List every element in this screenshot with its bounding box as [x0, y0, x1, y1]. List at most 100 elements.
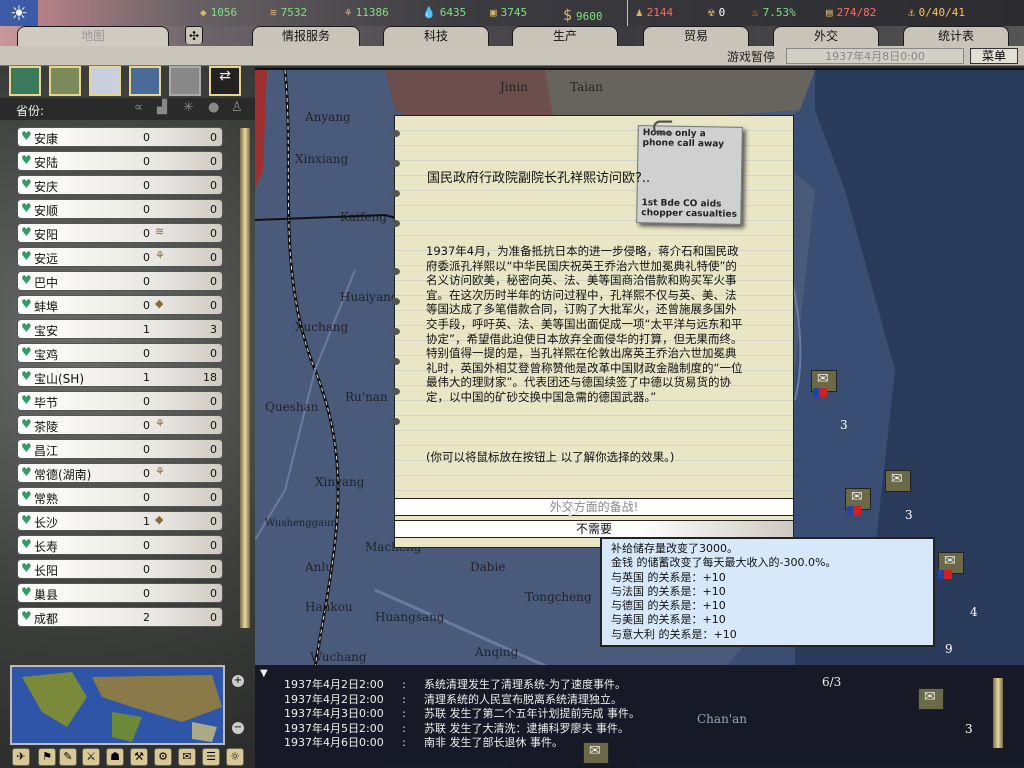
province-row[interactable]: ♥ 昌江 0 0 — [17, 439, 223, 459]
manpower-icon[interactable]: ♙ — [231, 100, 243, 115]
military-unit[interactable] — [918, 688, 944, 710]
toolbar-icon-2[interactable]: ⚑ — [38, 748, 56, 766]
province-name: 安康 — [34, 132, 59, 146]
log-collapse-icon[interactable]: ▼ — [260, 668, 268, 679]
tab-technology[interactable]: 科技 — [383, 26, 489, 46]
game-date: 1937年4月8日0:00 — [786, 48, 964, 64]
military-unit[interactable] — [583, 742, 609, 764]
province-value-b: 0 — [210, 539, 217, 552]
province-value-b: 0 — [210, 203, 217, 216]
province-name: 安庆 — [34, 180, 59, 194]
tab-statistics[interactable]: 统计表 — [903, 26, 1009, 46]
province-scrollbar[interactable] — [240, 128, 250, 628]
province-icon: ♥ — [21, 417, 32, 431]
province-row[interactable]: ♥ 茶陵 0 ⚘ 0 — [17, 415, 223, 435]
military-unit[interactable] — [885, 470, 911, 492]
province-row[interactable]: ♥ 巴中 0 0 — [17, 271, 223, 291]
log-text: 系统清理发生了清理系统-为了速度事件。 — [424, 678, 626, 691]
unit-list-mode-icon[interactable]: ⇄ — [209, 66, 241, 96]
china-flag-icon — [847, 506, 861, 515]
toolbar-icon-9[interactable]: ☰ — [202, 748, 220, 766]
province-value-b: 0 — [210, 491, 217, 504]
province-row[interactable]: ♥ 安庆 0 0 — [17, 175, 223, 195]
tab-intelligence[interactable]: 情报服务 — [252, 26, 360, 46]
zoom-in-button[interactable]: + — [231, 674, 245, 688]
province-row[interactable]: ♥ 宝鸡 0 0 — [17, 343, 223, 363]
toolbar-icon-4[interactable]: ⚔ — [82, 748, 100, 766]
province-value-a: 0 — [143, 347, 150, 360]
province-row[interactable]: ♥ 宝山(SH) 1 18 — [17, 367, 223, 387]
unit-count: 3 — [840, 418, 848, 432]
province-row[interactable]: ♥ 毕节 0 0 — [17, 391, 223, 411]
army-mode-icon[interactable] — [49, 66, 81, 96]
toolbar-icon-1[interactable]: ✈ — [12, 748, 30, 766]
factory-icon[interactable]: ▟ — [157, 100, 167, 115]
event-option-prepare-diplomacy[interactable]: 外交方面的备战! — [394, 498, 794, 516]
province-row[interactable]: ♥ 安阳 0 ≋ 0 — [17, 223, 223, 243]
province-name: 常德(湖南) — [34, 468, 92, 482]
tab-trade[interactable]: 贸易 — [643, 26, 749, 46]
province-row[interactable]: ♥ 宝安 1 3 — [17, 319, 223, 339]
province-row[interactable]: ♥ 长寿 0 0 — [17, 535, 223, 555]
province-row[interactable]: ♥ 安康 0 0 — [17, 127, 223, 147]
province-value-b: 3 — [210, 323, 217, 336]
nation-flag-icon[interactable]: ☀ — [0, 0, 38, 26]
mouse-cursor-icon: ➤ — [566, 502, 580, 521]
toolbar-icon-8[interactable]: ✉ — [178, 748, 196, 766]
log-scrollbar[interactable] — [993, 678, 1003, 748]
event-option-decline[interactable]: 不需要 — [394, 520, 794, 538]
binder-ring-icon — [391, 130, 400, 137]
toolbar-icon-5[interactable]: ☗ — [106, 748, 124, 766]
province-value-b: 0 — [210, 443, 217, 456]
province-value-a: 1 — [143, 515, 150, 528]
tab-production[interactable]: 生产 — [512, 26, 618, 46]
tab-map[interactable]: 地图 — [17, 26, 169, 46]
toolbar-icon-10[interactable]: ☼ — [226, 748, 244, 766]
toolbar-icon-7[interactable]: ⚙ — [154, 748, 172, 766]
province-icon: ♥ — [21, 129, 32, 143]
oil-resource: 💧 6435 — [422, 6, 467, 19]
political-map-mode-icon[interactable] — [9, 66, 41, 96]
map-city-label: Huaiyang — [340, 290, 399, 304]
air-mode-icon[interactable] — [89, 66, 121, 96]
nuke-mode-icon[interactable] — [169, 66, 201, 96]
anti-air-icon[interactable]: ✳ — [183, 100, 194, 115]
province-row[interactable]: ♥ 长沙 1 ◆ 0 — [17, 511, 223, 531]
province-row[interactable]: ♥ 安远 0 ⚘ 0 — [17, 247, 223, 267]
add-icon[interactable]: ✣ — [185, 26, 203, 44]
province-name: 宝鸡 — [34, 348, 59, 362]
toolbar-icon-3[interactable]: ✎ — [59, 748, 77, 766]
minimap[interactable] — [10, 665, 225, 745]
zoom-out-button[interactable]: − — [231, 721, 245, 735]
tab-diplomacy[interactable]: 外交 — [773, 26, 879, 46]
energy-resource: ◆ 1056 — [200, 6, 238, 19]
province-value-b: 0 — [210, 275, 217, 288]
province-value-a: 0 — [143, 443, 150, 456]
province-row[interactable]: ♥ 常熟 0 0 — [17, 487, 223, 507]
money-resource: $9600 — [563, 6, 603, 24]
log-text: 苏联 发生了第二个五年计划提前完成 事件。 — [424, 707, 640, 720]
minimap-land — [22, 672, 222, 742]
province-row[interactable]: ♥ 巢县 0 0 — [17, 583, 223, 603]
province-icon: ♥ — [21, 393, 32, 407]
oil-icon: 💧 — [422, 6, 436, 19]
toolbar-icon-6[interactable]: ⚒ — [130, 748, 148, 766]
province-row[interactable]: ♥ 蚌埠 0 ◆ 0 — [17, 295, 223, 315]
menu-button[interactable]: 菜单 — [970, 48, 1018, 64]
province-row[interactable]: ♥ 成都 2 0 — [17, 607, 223, 627]
province-row[interactable]: ♥ 常德(湖南) 0 ⚘ 0 — [17, 463, 223, 483]
metal-resource: ≋ 7532 — [270, 6, 308, 19]
province-icon: ♥ — [21, 297, 32, 311]
province-value-a: 0 — [143, 131, 150, 144]
province-row[interactable]: ♥ 安陆 0 0 — [17, 151, 223, 171]
infrastructure-icon[interactable]: ∝ — [134, 100, 143, 115]
province-icon: ♥ — [21, 465, 32, 479]
province-row[interactable]: ♥ 安顺 0 0 — [17, 199, 223, 219]
tooltip-line: 补给储存量改变了3000。 — [611, 542, 738, 555]
province-row[interactable]: ♥ 长阳 0 0 — [17, 559, 223, 579]
separator: : — [402, 736, 406, 749]
paperclip-icon: ⊂ — [650, 110, 676, 145]
oil-icon[interactable]: ● — [208, 100, 219, 115]
navy-mode-icon[interactable] — [129, 66, 161, 96]
province-value-b: 18 — [203, 371, 217, 384]
